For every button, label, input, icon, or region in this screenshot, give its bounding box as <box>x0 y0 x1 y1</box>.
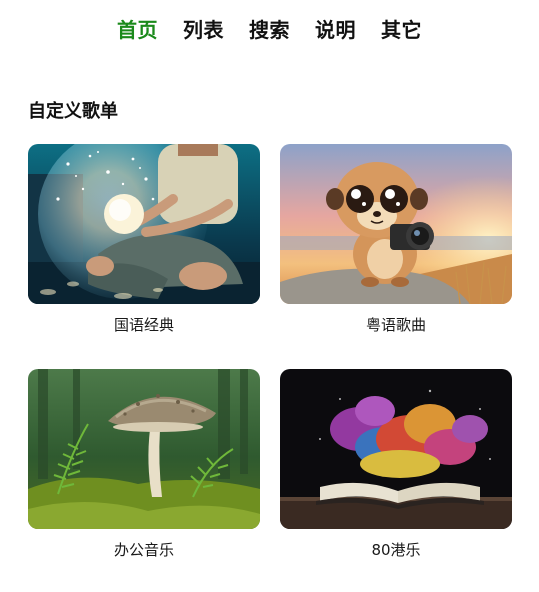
playlist-card-office-music[interactable]: 办公音乐 <box>28 369 260 560</box>
nav-search[interactable]: 搜索 <box>249 14 290 46</box>
nav-help[interactable]: 说明 <box>315 14 356 46</box>
mushroom-forest-illustration <box>28 369 260 529</box>
playlist-name: 粤语歌曲 <box>365 316 426 334</box>
child-orb-illustration <box>28 144 260 304</box>
playlist-card-80s-hk-music[interactable]: 80港乐 <box>280 369 512 560</box>
playlist-card-mandarin-classics[interactable]: 国语经典 <box>28 144 260 335</box>
nav-other[interactable]: 其它 <box>381 14 422 46</box>
playlist-cover-image[interactable] <box>280 369 512 529</box>
nav-list[interactable]: 列表 <box>183 14 224 46</box>
page-container: 首页 列表 搜索 说明 其它 自定义歌单 国语经典 粤语歌曲 办公音乐 80港乐 <box>0 0 539 592</box>
nav-home[interactable]: 首页 <box>117 14 158 46</box>
playlist-cover-image[interactable] <box>28 144 260 304</box>
playlist-card-cantonese-songs[interactable]: 粤语歌曲 <box>280 144 512 335</box>
playlist-cover-image[interactable] <box>280 144 512 304</box>
book-smoke-illustration <box>280 369 512 529</box>
playlist-name: 国语经典 <box>113 316 174 334</box>
playlist-cover-image[interactable] <box>28 369 260 529</box>
meerkat-camera-illustration <box>280 144 512 304</box>
playlist-name: 办公音乐 <box>113 541 174 559</box>
top-nav: 首页 列表 搜索 说明 其它 <box>0 14 539 46</box>
section-title: 自定义歌单 <box>28 101 118 122</box>
playlist-name: 80港乐 <box>371 541 421 559</box>
